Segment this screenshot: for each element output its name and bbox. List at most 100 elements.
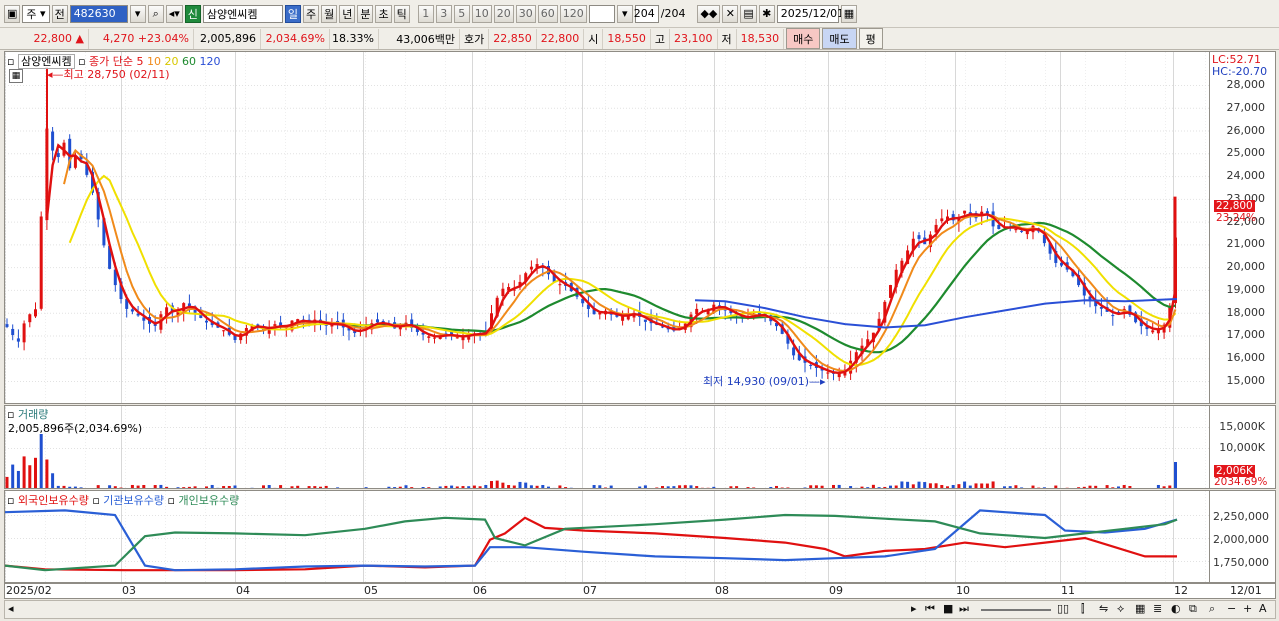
prev-button[interactable]: 전	[51, 4, 68, 23]
change-percent: +23.04%	[137, 32, 189, 45]
search-icon[interactable]: ⌕	[147, 4, 164, 23]
volume-bar	[216, 487, 220, 488]
volume-bar	[490, 481, 493, 488]
volume-bar	[108, 485, 112, 488]
volume-bar	[529, 485, 533, 488]
volume-bar	[176, 487, 180, 488]
crosshair-icon[interactable]: ✕	[722, 4, 739, 23]
zoom-icon[interactable]: ⌕	[1209, 602, 1215, 616]
volume-bar	[683, 485, 687, 488]
arrow-right-icon: —▸	[809, 375, 826, 388]
zoom-slider-track[interactable]	[981, 609, 1051, 611]
interval-10-button[interactable]: 10	[471, 4, 492, 23]
market-select[interactable]: 주 ▾	[22, 4, 50, 23]
compare-icon[interactable]: ⇋	[1099, 602, 1108, 615]
volume-bar	[809, 485, 813, 488]
period-week-tab[interactable]: 주	[302, 4, 320, 23]
period-tick-tab[interactable]: 틱	[393, 4, 410, 23]
save-icon[interactable]: ▤	[740, 4, 757, 23]
candle-icon[interactable]: ⫿	[1081, 602, 1085, 616]
scroll-right-icon[interactable]: ▸	[911, 602, 917, 615]
calendar-icon[interactable]: ▦	[840, 4, 858, 23]
candle-body	[5, 324, 9, 327]
interval-30-button[interactable]: 30	[515, 4, 536, 23]
count-input[interactable]: 204	[634, 4, 659, 23]
volume-bar	[455, 486, 459, 488]
volume-bar	[296, 485, 300, 488]
interval-20-button[interactable]: 20	[493, 4, 514, 23]
period-day-tab[interactable]: 일	[284, 4, 301, 23]
ask-price-2: 22,800	[537, 28, 585, 49]
period-year-tab[interactable]: 년	[339, 4, 356, 23]
toggle-icon[interactable]: ◐	[1171, 602, 1181, 615]
sell-button[interactable]: 매도	[822, 28, 857, 49]
volume-bar	[398, 486, 402, 488]
volume-bar	[244, 487, 248, 488]
volume-bar	[792, 488, 795, 489]
volume-bar	[957, 484, 961, 488]
interval-5-button[interactable]: 5	[453, 4, 470, 23]
stop-icon[interactable]: ■	[943, 602, 953, 615]
next-page-icon[interactable]: ⏭	[959, 602, 969, 616]
buy-button[interactable]: 매수	[786, 28, 821, 49]
volume-bar	[877, 487, 881, 488]
volume-bar	[894, 485, 898, 488]
volume-bar	[113, 486, 117, 488]
volume-bar	[51, 473, 55, 488]
volume-bar	[666, 486, 670, 488]
scroll-left-icon[interactable]: ◂	[8, 602, 14, 615]
candle-body	[56, 153, 60, 158]
gap-icon[interactable]: ◆◆	[697, 4, 721, 23]
volume-bar	[142, 484, 146, 488]
interval-60-button[interactable]: 60	[537, 4, 558, 23]
first-page-icon[interactable]: ⏮	[925, 602, 935, 616]
volume-bar	[1122, 485, 1126, 488]
period-minute-tab[interactable]: 분	[357, 4, 374, 23]
evaluate-button[interactable]: 평	[858, 28, 883, 49]
period-second-tab[interactable]: 초	[375, 4, 392, 23]
count-total-label: /204	[660, 7, 686, 20]
volume-bar	[849, 486, 853, 488]
chart-type-icon[interactable]: ▯▯	[1057, 602, 1069, 615]
minus-icon[interactable]: −	[1227, 602, 1236, 615]
stock-name-field[interactable]: 삼양엔씨켐	[202, 4, 283, 23]
volume-pane[interactable]: ▫ 거래량 2,005,896주(2,034.69%)	[4, 405, 1210, 489]
volume-bar	[569, 487, 573, 488]
gear-icon[interactable]: ✱	[758, 4, 775, 23]
holdings-pane[interactable]: ▫ 외국인보유수량 ▫ 기관보유수량 ▫ 개인보유수량	[4, 490, 1210, 583]
price-chart-pane[interactable]: ▫ 삼양엔씨켐 ▫ 종가 단순 5 10 20 60 120 ▦ ◂—최고 28…	[4, 51, 1210, 404]
interval-custom-input[interactable]	[588, 4, 615, 23]
low-note: 최저 14,930 (09/01)	[703, 375, 810, 388]
interval-dropdown-icon[interactable]: ▾	[616, 4, 633, 23]
font-icon[interactable]: A	[1259, 602, 1267, 615]
date-input[interactable]: 2025/12/01	[776, 4, 844, 23]
interval-3-button[interactable]: 3	[435, 4, 452, 23]
copy-icon[interactable]: ⧉	[1189, 602, 1197, 616]
high-annotation: ◂—최고 28,750 (02/11)	[47, 66, 170, 82]
volume-bar	[814, 485, 818, 488]
dropdown-arrow-icon[interactable]: ▾	[129, 4, 146, 23]
list-icon[interactable]: ≣	[1153, 602, 1162, 615]
volume-bar	[62, 485, 66, 488]
volume-bar	[336, 487, 340, 488]
volume-bar	[934, 483, 938, 488]
table-icon[interactable]: ▦	[9, 69, 23, 83]
speaker-icon[interactable]: ◂▾	[165, 4, 183, 23]
volume-bar	[883, 486, 887, 488]
stock-code-input[interactable]: 482630	[69, 4, 128, 23]
chart-scroll-bar[interactable]: ◂ ▸ ⏮ ■ ⏭ ▯▯ ⫿ ⇋ ⟡ ▦ ≣ ◐ ⧉ ⌕ − + A	[4, 600, 1276, 619]
volume-bar	[923, 482, 927, 488]
volume-bar	[1065, 487, 1069, 488]
moving-average-line	[45, 143, 1177, 375]
plus-icon[interactable]: +	[1243, 602, 1252, 615]
volume-bar	[524, 482, 528, 488]
grid-icon[interactable]: ▦	[1135, 602, 1145, 615]
volume-bar	[1128, 485, 1132, 488]
interval-1-button[interactable]: 1	[417, 4, 434, 23]
pattern-icon[interactable]: ⟡	[1117, 602, 1124, 616]
price-chart-svg	[5, 52, 1209, 403]
window-icon[interactable]: ▣	[4, 4, 21, 23]
candle-body	[22, 323, 26, 343]
interval-120-button[interactable]: 120	[559, 4, 587, 23]
period-month-tab[interactable]: 월	[321, 4, 338, 23]
